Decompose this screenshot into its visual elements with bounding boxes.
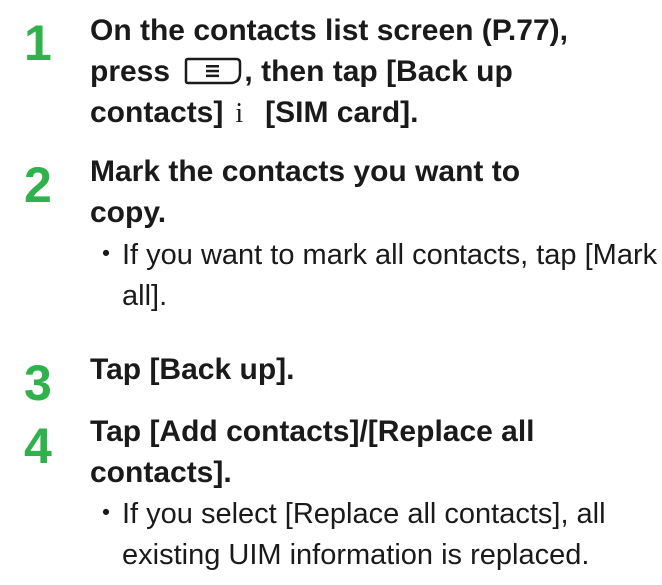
step-4-note: ・If you select [Replace all contacts], a… bbox=[90, 494, 662, 576]
step-2-note-text: If you want to mark all contacts, tap [M… bbox=[122, 239, 658, 312]
step-4-note-text: If you select [Replace all contacts], al… bbox=[122, 498, 606, 571]
note-bullet: ・ bbox=[91, 239, 121, 271]
step-4-title: Tap [Add contacts]/[Replace all contacts… bbox=[90, 415, 535, 489]
step-1-title-press: press bbox=[90, 55, 171, 88]
step-number-1: 1 bbox=[24, 15, 52, 71]
step-number-3: 3 bbox=[24, 355, 52, 411]
step-1-title-contacts: contacts] bbox=[90, 96, 224, 129]
note-bullet: ・ bbox=[91, 498, 121, 530]
step-3-title: Tap [Back up]. bbox=[90, 353, 295, 386]
step-1-title: On the contacts list screen (P.77), pres… bbox=[90, 10, 658, 134]
step-1-title-sim-card: [SIM card]. bbox=[265, 96, 419, 129]
menu-key-icon bbox=[185, 57, 242, 85]
step-2-title: Mark the contacts you want to copy. bbox=[90, 155, 521, 229]
step-number-2: 2 bbox=[24, 157, 52, 213]
step-2-note: ・If you want to mark all contacts, tap [… bbox=[90, 235, 662, 317]
step-1-title-line1: On the contacts list screen (P.77), bbox=[90, 14, 568, 47]
arrow-glyph: i bbox=[235, 98, 244, 129]
step-1-title-then-tap: , then tap [Back up bbox=[244, 55, 513, 88]
step-number-4: 4 bbox=[24, 418, 52, 474]
